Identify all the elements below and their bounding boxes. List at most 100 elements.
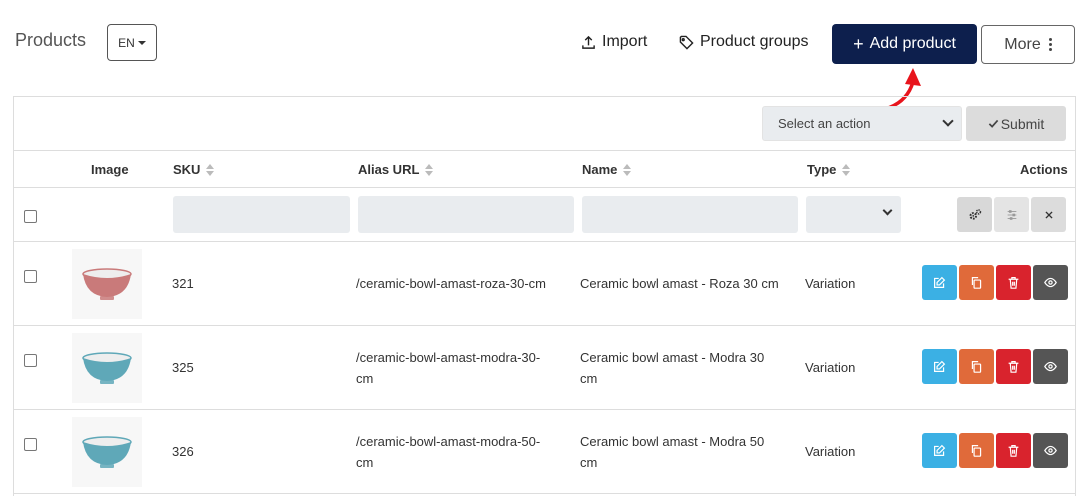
duplicate-button[interactable] xyxy=(959,265,994,300)
column-label: SKU xyxy=(173,162,201,177)
bulk-action-select[interactable]: Select an action xyxy=(762,106,962,141)
bulk-action-placeholder: Select an action xyxy=(778,116,871,131)
copy-icon xyxy=(971,277,982,289)
name-cell: Ceramic bowl amast - Modra 50 xyxy=(580,434,765,449)
edit-icon xyxy=(934,444,946,456)
filter-sliders-button[interactable] xyxy=(994,197,1029,232)
name-cell-cont: cm xyxy=(580,455,598,470)
column-header-type[interactable]: Type xyxy=(807,162,851,177)
product-image xyxy=(72,333,142,403)
alias-url-cell: /ceramic-bowl-amast-modra-50- xyxy=(356,434,541,449)
delete-button[interactable] xyxy=(996,265,1031,300)
type-filter-select[interactable] xyxy=(806,196,901,233)
cogs-icon xyxy=(968,208,981,220)
eye-icon xyxy=(1044,445,1057,456)
divider xyxy=(14,150,1075,151)
sku-filter-input[interactable] xyxy=(173,196,350,233)
clear-filters-button[interactable] xyxy=(1031,197,1066,232)
name-cell: Ceramic bowl amast - Modra 30 xyxy=(580,350,765,365)
column-label: Name xyxy=(582,162,618,177)
name-cell: Ceramic bowl amast - Roza 30 cm xyxy=(580,276,779,291)
submit-button[interactable]: Submit xyxy=(966,106,1066,141)
edit-button[interactable] xyxy=(922,265,957,300)
language-label: EN xyxy=(118,35,135,50)
language-dropdown[interactable]: EN xyxy=(107,24,157,61)
type-cell: Variation xyxy=(805,276,856,291)
sku-cell: 321 xyxy=(172,276,194,291)
row-checkbox[interactable] xyxy=(24,270,37,283)
check-icon xyxy=(988,119,998,128)
product-groups-label: Product groups xyxy=(700,33,809,50)
view-button[interactable] xyxy=(1033,433,1068,468)
upload-icon xyxy=(582,35,595,49)
trash-icon xyxy=(1008,361,1019,373)
import-link[interactable]: Import xyxy=(581,33,647,51)
column-header-actions: Actions xyxy=(1020,162,1068,177)
name-cell-cont: cm xyxy=(580,371,598,386)
row-checkbox[interactable] xyxy=(24,438,37,451)
delete-button[interactable] xyxy=(996,349,1031,384)
caret-down-icon xyxy=(137,40,146,45)
eye-icon xyxy=(1044,277,1057,288)
type-cell: Variation xyxy=(805,444,856,459)
sku-cell: 326 xyxy=(172,444,194,459)
sort-icon xyxy=(842,163,851,176)
delete-button[interactable] xyxy=(996,433,1031,468)
more-label: More xyxy=(1004,35,1041,53)
trash-icon xyxy=(1008,445,1019,457)
product-groups-link[interactable]: Product groups xyxy=(679,33,809,51)
copy-icon xyxy=(971,445,982,457)
add-product-label: Add product xyxy=(869,35,956,52)
alias-url-cell: /ceramic-bowl-amast-modra-30- xyxy=(356,350,541,365)
vertical-dots-icon xyxy=(1048,38,1052,51)
divider xyxy=(14,187,1075,188)
column-header-name[interactable]: Name xyxy=(582,162,632,177)
products-table xyxy=(13,96,1076,496)
tag-icon xyxy=(679,35,694,50)
alias-url-cell: /ceramic-bowl-amast-roza-30-cm xyxy=(356,276,546,291)
view-button[interactable] xyxy=(1033,265,1068,300)
eye-icon xyxy=(1044,361,1057,372)
column-label: Type xyxy=(807,162,837,177)
row-checkbox[interactable] xyxy=(24,354,37,367)
type-cell: Variation xyxy=(805,360,856,375)
trash-icon xyxy=(1008,277,1019,289)
divider xyxy=(14,409,1075,410)
alias-url-cell-cont: cm xyxy=(356,371,374,386)
edit-button[interactable] xyxy=(922,433,957,468)
product-image xyxy=(72,249,142,319)
chevron-down-icon xyxy=(882,205,893,216)
duplicate-button[interactable] xyxy=(959,433,994,468)
plus-icon: + xyxy=(853,34,864,54)
name-filter-input[interactable] xyxy=(582,196,798,233)
sort-icon xyxy=(623,163,632,176)
copy-icon xyxy=(971,361,982,373)
add-product-button[interactable]: + Add product xyxy=(832,24,977,64)
chevron-down-icon xyxy=(942,115,954,127)
edit-icon xyxy=(934,276,946,288)
more-button[interactable]: More xyxy=(981,25,1075,64)
select-all-checkbox[interactable] xyxy=(24,210,37,223)
filter-settings-button[interactable] xyxy=(957,197,992,232)
duplicate-button[interactable] xyxy=(959,349,994,384)
divider xyxy=(14,493,1075,494)
page-title: Products xyxy=(15,30,87,50)
divider xyxy=(14,241,1075,242)
import-label: Import xyxy=(602,33,648,50)
sliders-icon xyxy=(1007,209,1016,220)
column-label: Image xyxy=(91,162,129,177)
sku-cell: 325 xyxy=(172,360,194,375)
column-header-sku[interactable]: SKU xyxy=(173,162,215,177)
column-header-alias-url[interactable]: Alias URL xyxy=(358,162,434,177)
edit-button[interactable] xyxy=(922,349,957,384)
view-button[interactable] xyxy=(1033,349,1068,384)
divider xyxy=(14,325,1075,326)
sort-icon xyxy=(425,163,434,176)
edit-icon xyxy=(934,360,946,372)
column-label: Actions xyxy=(1020,162,1068,177)
alias-url-cell-cont: cm xyxy=(356,455,374,470)
product-image xyxy=(72,417,142,487)
alias-url-filter-input[interactable] xyxy=(358,196,574,233)
submit-label: Submit xyxy=(1000,115,1045,132)
close-icon xyxy=(1044,210,1053,219)
